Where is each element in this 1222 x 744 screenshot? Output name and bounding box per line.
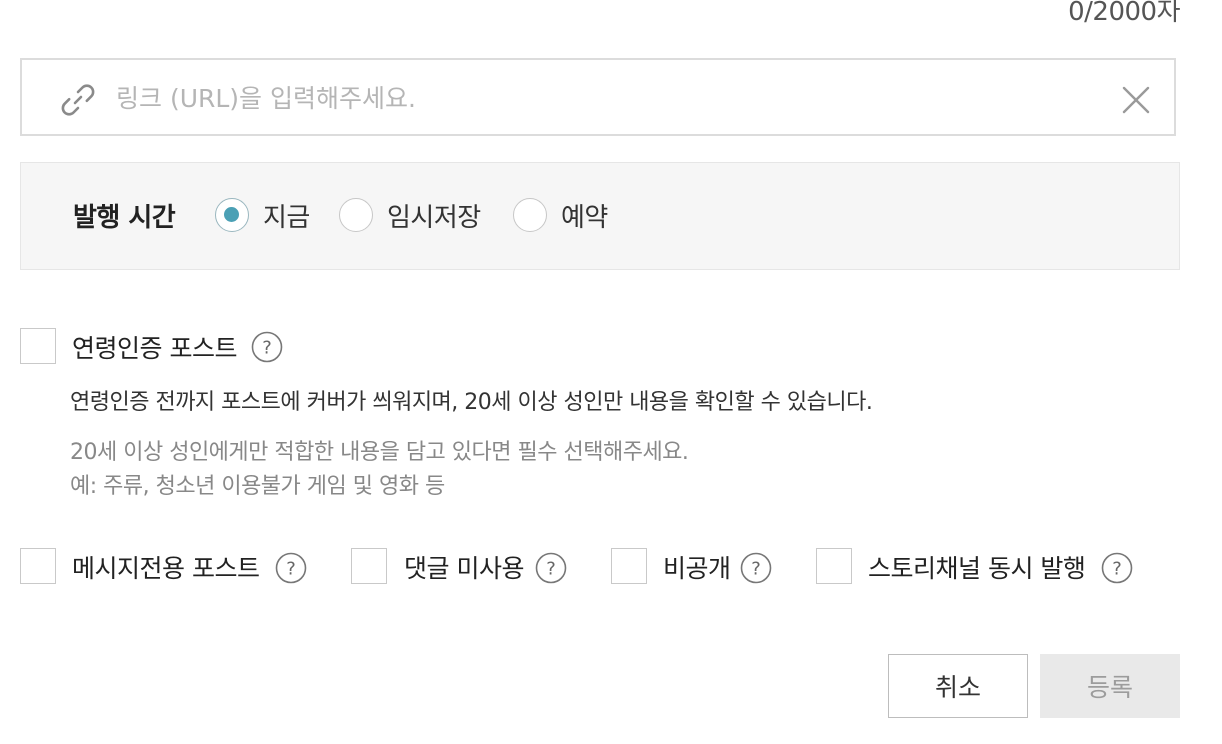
private-checkbox[interactable] — [611, 548, 647, 584]
svg-text:?: ? — [1112, 559, 1122, 580]
submit-button[interactable]: 등록 — [1040, 654, 1180, 718]
help-icon[interactable]: ? — [275, 552, 307, 584]
publish-time-label: 발행 시간 — [73, 203, 176, 233]
char-counter: 0/2000자 — [1068, 0, 1180, 27]
private-label[interactable]: 비공개 — [663, 549, 731, 585]
radio-schedule[interactable] — [513, 198, 547, 232]
url-input-box[interactable] — [20, 58, 1176, 136]
age-verify-label[interactable]: 연령인증 포스트 — [72, 329, 237, 365]
story-channel-label[interactable]: 스토리채널 동시 발행 — [868, 549, 1086, 585]
radio-schedule-label[interactable]: 예약 — [561, 197, 608, 234]
svg-text:?: ? — [286, 559, 296, 580]
radio-draft[interactable] — [339, 198, 373, 232]
message-only-checkbox[interactable] — [20, 548, 56, 584]
svg-text:?: ? — [751, 559, 761, 580]
story-channel-checkbox[interactable] — [816, 548, 852, 584]
help-icon[interactable]: ? — [740, 552, 772, 584]
disable-comments-checkbox[interactable] — [351, 548, 387, 584]
link-icon — [61, 84, 95, 116]
svg-text:?: ? — [546, 559, 556, 580]
age-verify-description: 연령인증 전까지 포스트에 커버가 씌워지며, 20세 이상 성인만 내용을 확… — [70, 390, 873, 415]
post-settings-panel: 0/2000자 발행 시간 지금 임시저장 예약 연령인증 포스트 — [0, 0, 1222, 744]
svg-text:?: ? — [262, 338, 272, 359]
cancel-button[interactable]: 취소 — [888, 654, 1028, 718]
publish-time-section: 발행 시간 지금 임시저장 예약 — [20, 162, 1180, 270]
help-icon[interactable]: ? — [535, 552, 567, 584]
age-verify-example: 예: 주류, 청소년 이용불가 게임 및 영화 등 — [70, 474, 445, 499]
url-input[interactable] — [116, 76, 1056, 120]
radio-now[interactable] — [215, 198, 249, 232]
age-verify-checkbox[interactable] — [20, 328, 56, 364]
close-icon[interactable] — [1122, 86, 1150, 114]
radio-draft-label[interactable]: 임시저장 — [387, 197, 481, 234]
age-verify-note: 20세 이상 성인에게만 적합한 내용을 담고 있다면 필수 선택해주세요. — [70, 440, 689, 465]
disable-comments-label[interactable]: 댓글 미사용 — [404, 549, 524, 585]
help-icon[interactable]: ? — [251, 331, 283, 363]
help-icon[interactable]: ? — [1101, 552, 1133, 584]
radio-now-label[interactable]: 지금 — [263, 197, 310, 234]
message-only-label[interactable]: 메시지전용 포스트 — [72, 549, 260, 585]
